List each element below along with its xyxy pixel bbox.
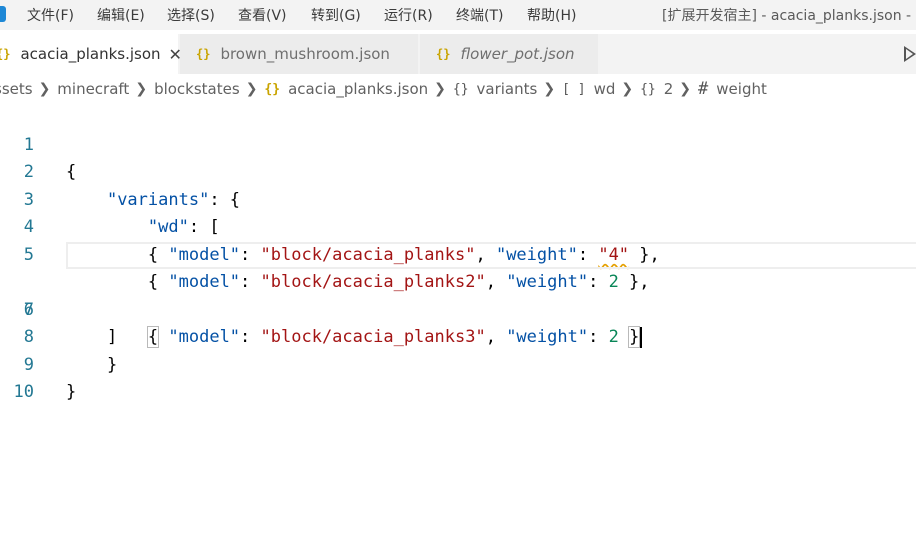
chevron-right-icon: ❯ bbox=[245, 81, 258, 97]
menu-terminal[interactable]: 终端(T) bbox=[456, 5, 503, 25]
breadcrumb: ssets ❯ minecraft ❯ blockstates ❯ {} aca… bbox=[0, 74, 916, 104]
breadcrumb-item-weight[interactable]: weight bbox=[716, 80, 767, 98]
json-braces-icon: {} bbox=[0, 47, 11, 61]
json-braces-icon: {} bbox=[264, 81, 281, 97]
breadcrumb-item-index[interactable]: 2 bbox=[664, 80, 674, 98]
chevron-right-icon: ❯ bbox=[621, 81, 634, 97]
code-line: 5 { "model": "block/acacia_planks2", "we… bbox=[0, 214, 916, 293]
vscode-logo-icon bbox=[0, 6, 6, 22]
run-icon[interactable] bbox=[904, 46, 916, 62]
code-line: 3 "wd": [ bbox=[0, 159, 916, 238]
current-line-highlight bbox=[66, 241, 916, 269]
menu-edit[interactable]: 编辑(E) bbox=[97, 5, 145, 25]
code-editor[interactable]: 1 { 2 "variants": { 3 "wd": [ 4 { "model… bbox=[0, 104, 916, 543]
chevron-right-icon: ❯ bbox=[543, 81, 556, 97]
number-hash-icon: # bbox=[698, 79, 709, 99]
object-braces-icon: {} bbox=[452, 81, 469, 97]
code-line: 2 "variants": { bbox=[0, 132, 916, 210]
tab-acacia-planks[interactable]: {} acacia_planks.json ✕ bbox=[0, 34, 182, 74]
menu-go[interactable]: 转到(G) bbox=[311, 5, 361, 25]
menu-help[interactable]: 帮助(H) bbox=[527, 5, 576, 25]
breadcrumb-item-variants[interactable]: variants bbox=[477, 80, 538, 98]
json-braces-icon: {} bbox=[196, 47, 211, 61]
window-title: [扩展开发宿主] - acacia_planks.json - 我 bbox=[662, 8, 916, 24]
menu-file[interactable]: 文件(F) bbox=[27, 5, 74, 25]
code-line: 8 } bbox=[0, 297, 916, 375]
code-line: 7 ] bbox=[0, 269, 916, 348]
breadcrumb-item-file[interactable]: acacia_planks.json bbox=[288, 80, 428, 98]
json-braces-icon: {} bbox=[436, 47, 451, 61]
array-brackets-icon: [ ] bbox=[562, 81, 586, 97]
menu-view[interactable]: 查看(V) bbox=[238, 5, 287, 25]
line-number: 10 bbox=[13, 382, 34, 402]
tab-label: brown_mushroom.json bbox=[220, 45, 390, 63]
code-line: 10 bbox=[0, 352, 916, 402]
menu-selection[interactable]: 选择(S) bbox=[167, 5, 215, 25]
editor-tab-bar: {} acacia_planks.json ✕ {} brown_mushroo… bbox=[0, 34, 916, 74]
tab-label: flower_pot.json bbox=[460, 45, 575, 63]
chevron-right-icon: ❯ bbox=[38, 81, 51, 97]
chevron-right-icon: ❯ bbox=[135, 81, 148, 97]
code-text: } bbox=[66, 382, 77, 402]
code-line: 9 } bbox=[0, 324, 916, 403]
chevron-right-icon: ❯ bbox=[434, 81, 446, 97]
tab-flower-pot[interactable]: {} flower_pot.json bbox=[420, 34, 598, 74]
vscode-window: 文件(F) 编辑(E) 选择(S) 查看(V) 转到(G) 运行(R) 终端(T… bbox=[0, 0, 916, 543]
menu-run[interactable]: 运行(R) bbox=[384, 5, 433, 25]
code-line: 1 { bbox=[0, 104, 916, 183]
code-line: 4 { "model": "block/acacia_planks", "wei… bbox=[0, 187, 916, 265]
tab-brown-mushroom[interactable]: {} brown_mushroom.json bbox=[180, 34, 418, 74]
object-braces-icon: {} bbox=[640, 81, 656, 97]
breadcrumb-item-wd[interactable]: wd bbox=[594, 80, 616, 98]
breadcrumb-item-assets[interactable]: ssets bbox=[0, 80, 33, 98]
menu-bar: 文件(F) 编辑(E) 选择(S) 查看(V) 转到(G) 运行(R) 终端(T… bbox=[0, 0, 916, 30]
breadcrumb-item-minecraft[interactable]: minecraft bbox=[57, 80, 129, 98]
code-line-current: 6 { "model": "block/acacia_planks3", "we… bbox=[0, 241, 916, 348]
chevron-right-icon: ❯ bbox=[679, 81, 692, 97]
breadcrumb-item-blockstates[interactable]: blockstates bbox=[154, 80, 240, 98]
tab-label: acacia_planks.json bbox=[20, 45, 161, 63]
